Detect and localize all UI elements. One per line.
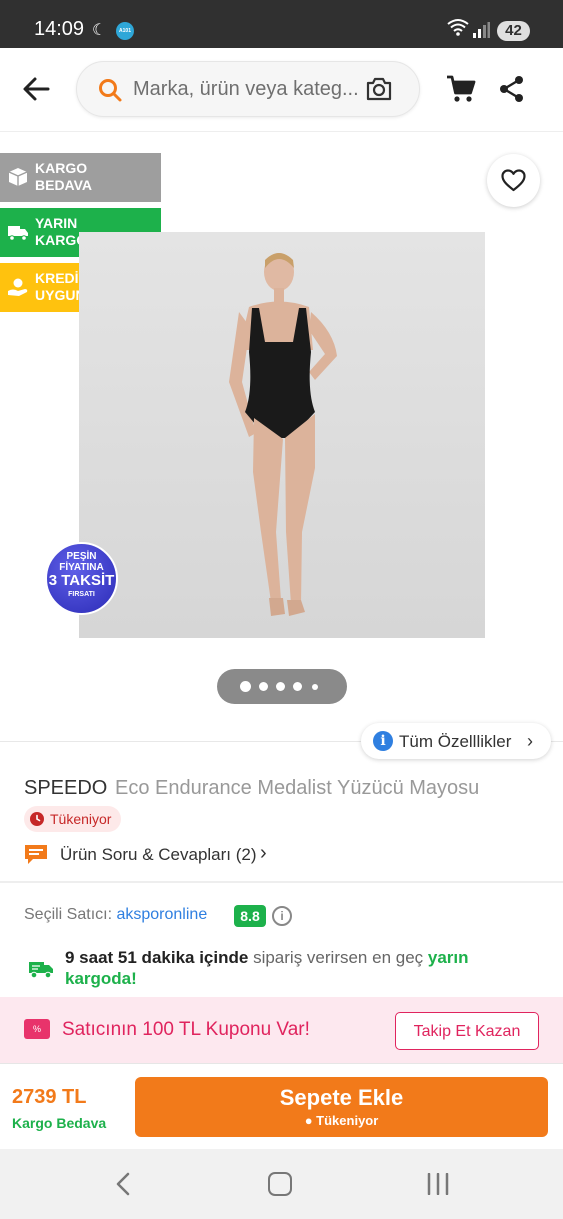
installment-promo-sticker: PEŞİN FİYATINA 3 TAKSİT FIRSATI — [45, 542, 118, 615]
heart-icon — [501, 169, 526, 192]
status-bar: 14:09 ☾ A101 42 — [0, 0, 563, 48]
cart-icon[interactable] — [446, 74, 476, 104]
stock-status-label: Tükeniyor — [50, 811, 112, 827]
share-icon[interactable] — [498, 75, 526, 103]
chat-bubble-icon — [25, 845, 47, 864]
gallery-dot[interactable] — [276, 682, 285, 691]
coupon-icon: % — [24, 1019, 50, 1039]
add-to-cart-sub-label: Tükeniyor — [316, 1113, 379, 1128]
app-notification-icon: A101 — [116, 22, 134, 40]
shipping-label: Kargo Bedava — [12, 1115, 107, 1131]
badge-tomorrow-shipping-line1: YARIN — [35, 215, 78, 231]
favorite-button[interactable] — [487, 154, 540, 207]
nav-home-icon[interactable] — [268, 1172, 292, 1196]
top-bar — [0, 48, 563, 132]
gallery-pagination[interactable] — [217, 669, 347, 704]
search-input[interactable] — [133, 74, 363, 104]
nav-recents-icon[interactable] — [426, 1173, 450, 1195]
delivery-estimate: 9 saat 51 dakika içinde sipariş verirsen… — [28, 947, 548, 991]
divider — [0, 881, 563, 883]
seller-info: Seçili Satıcı: aksporonline — [24, 906, 207, 924]
qa-link[interactable]: Ürün Soru & Cevapları (2) › — [24, 842, 284, 869]
swimsuit-model-illustration — [229, 253, 337, 616]
search-bar[interactable] — [76, 61, 420, 117]
gallery-dot[interactable] — [293, 682, 302, 691]
all-features-label: Tüm Özelllikler — [399, 732, 512, 751]
gallery-dot[interactable] — [312, 684, 318, 690]
status-time: 14:09 — [34, 18, 85, 40]
truck-icon — [8, 226, 28, 241]
search-icon — [99, 79, 122, 102]
info-icon: i — [373, 731, 393, 751]
hand-coin-icon — [8, 278, 28, 296]
stock-status-badge: Tükeniyor — [24, 806, 122, 832]
box-icon — [8, 168, 28, 186]
add-to-cart-sub: ● Tükeniyor — [304, 1113, 379, 1128]
chevron-right-icon: › — [527, 731, 533, 751]
promo-line1: PEŞİN — [66, 551, 97, 562]
moon-icon: ☾ — [92, 22, 107, 39]
add-to-cart-label: Sepete Ekle — [279, 1085, 404, 1110]
seller-info-icon[interactable]: i — [272, 906, 292, 926]
camera-icon[interactable] — [365, 76, 393, 102]
product-name: Eco Endurance Medalist Yüzücü Mayosu — [115, 777, 480, 799]
gallery-dot[interactable] — [259, 682, 268, 691]
delivery-time: 9 saat 51 dakika içinde — [65, 948, 249, 967]
product-brand[interactable]: SPEEDO — [24, 777, 107, 800]
seller-label: Seçili Satıcı: — [24, 906, 113, 923]
gallery-dot-active[interactable] — [240, 681, 251, 692]
delivery-middle: sipariş verirsen en geç — [253, 948, 424, 967]
truck-icon — [29, 962, 53, 979]
follow-and-earn-button[interactable]: Takip Et Kazan — [395, 1012, 539, 1050]
chevron-right-icon: › — [260, 842, 267, 864]
promo-line4: FIRSATI — [68, 591, 95, 598]
wifi-icon — [447, 18, 469, 41]
badge-free-shipping: KARGO BEDAVA — [0, 153, 161, 202]
back-arrow-icon[interactable] — [20, 74, 52, 104]
purchase-bar: 2739 TL Kargo Bedava Sepete Ekle ● Tüken… — [0, 1063, 563, 1149]
system-nav-bar — [0, 1149, 563, 1219]
add-to-cart-button[interactable]: Sepete Ekle ● Tükeniyor — [135, 1077, 548, 1137]
coupon-text: Satıcının 100 TL Kuponu Var! — [62, 1019, 310, 1040]
promo-line3: 3 TAKSİT — [48, 572, 115, 589]
clock-icon — [30, 812, 44, 826]
product-image[interactable] — [79, 232, 485, 638]
all-features-button[interactable]: i Tüm Özelllikler › — [361, 723, 551, 759]
nav-back-icon[interactable] — [112, 1171, 134, 1197]
signal-icon — [473, 22, 490, 38]
qa-label: Ürün Soru & Cevapları (2) — [60, 845, 257, 864]
badge-free-shipping-line1: KARGO — [35, 160, 88, 176]
seller-name-link[interactable]: aksporonline — [116, 906, 207, 923]
seller-score-badge: 8.8 — [234, 905, 266, 927]
delivery-text: 9 saat 51 dakika içinde sipariş verirsen… — [65, 947, 505, 989]
product-price: 2739 TL — [12, 1086, 87, 1108]
battery-indicator: 42 — [497, 21, 530, 41]
badge-free-shipping-line2: BEDAVA — [35, 177, 93, 193]
